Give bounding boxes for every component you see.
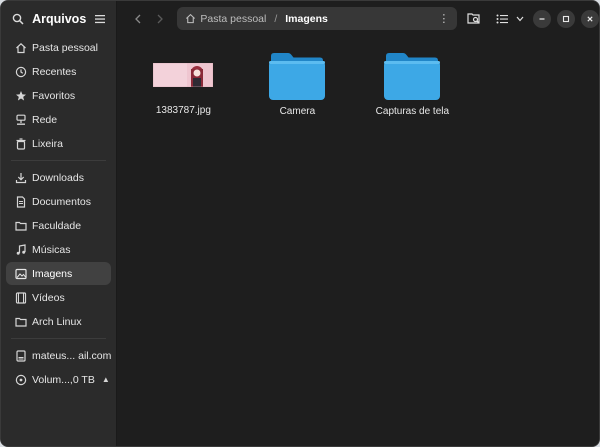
folder-name: Capturas de tela [375, 106, 450, 117]
sidebar-item-label: Lixeira [32, 137, 63, 150]
back-button[interactable] [127, 8, 149, 30]
breadcrumb-current[interactable]: Imagens [285, 13, 328, 25]
main-pane: Pasta pessoal / Imagens ⋮ 1383787.jpg Ca… [117, 1, 599, 446]
sidebar-item-online-account[interactable]: mateus... ail.com [6, 344, 111, 367]
app-title: Arquivos [32, 11, 87, 26]
sidebar-separator [11, 338, 107, 339]
folder-icon [268, 52, 326, 100]
sidebar-item-pasta-pessoal[interactable]: Pasta pessoal [6, 36, 111, 59]
folder-icon [15, 220, 27, 232]
folder-icon [15, 316, 27, 328]
sidebar-item-label: Documentos [32, 195, 91, 208]
clock-icon [15, 66, 27, 78]
folder-item[interactable]: Camera [241, 52, 353, 117]
sidebar-item-rede[interactable]: Rede [6, 108, 111, 131]
network-icon [15, 114, 27, 126]
trash-icon [15, 137, 27, 150]
forward-button[interactable] [149, 8, 171, 30]
download-icon [15, 172, 27, 184]
home-icon [185, 13, 196, 24]
star-icon [15, 90, 27, 102]
breadcrumb-separator: / [274, 12, 278, 25]
video-icon [15, 291, 27, 304]
sidebar-item-lixeira[interactable]: Lixeira [6, 132, 111, 155]
view-options-chevron-down-icon[interactable] [513, 8, 527, 30]
sidebar-item-label: Downloads [32, 171, 84, 184]
sidebar-item-musicas[interactable]: Músicas [6, 238, 111, 261]
home-icon [15, 42, 27, 54]
file-item-image[interactable]: 1383787.jpg [127, 49, 239, 116]
music-icon [15, 243, 27, 256]
sidebar-item-favoritos[interactable]: Favoritos [6, 84, 111, 107]
sidebar-item-downloads[interactable]: Downloads [6, 166, 111, 189]
path-bar[interactable]: Pasta pessoal / Imagens ⋮ [177, 7, 458, 30]
sidebar-item-faculdade[interactable]: Faculdade [6, 214, 111, 237]
sidebar-item-label: Volum...,0 TB [32, 373, 95, 386]
sidebar-separator [11, 160, 107, 161]
sidebar-nav: Pasta pessoal Recentes Favoritos Rede Li… [1, 36, 116, 392]
sidebar-item-label: Vídeos [32, 291, 65, 304]
header-bar: Pasta pessoal / Imagens ⋮ [117, 1, 599, 36]
search-icon[interactable] [11, 12, 25, 26]
sidebar-item-label: Arch Linux [32, 315, 82, 328]
maximize-button[interactable] [557, 9, 576, 28]
sidebar-item-label: Imagens [32, 267, 73, 280]
list-view-icon[interactable] [491, 8, 513, 30]
sidebar-item-label: Rede [32, 113, 58, 126]
sidebar-item-recentes[interactable]: Recentes [6, 60, 111, 83]
close-button[interactable] [581, 9, 599, 28]
sidebar-item-documentos[interactable]: Documentos [6, 190, 111, 213]
search-folder-button[interactable] [463, 8, 485, 30]
more-options-icon[interactable]: ⋮ [438, 12, 449, 25]
image-icon [15, 268, 27, 280]
document-icon [15, 195, 27, 208]
image-thumbnail [153, 63, 214, 87]
sidebar-item-label: Recentes [32, 65, 77, 78]
hamburger-menu-icon[interactable] [93, 12, 107, 26]
sidebar-item-volume[interactable]: Volum...,0 TB ▲ [6, 368, 111, 391]
sidebar-item-label: Músicas [32, 243, 71, 256]
sidebar-item-label: mateus... ail.com [32, 349, 112, 362]
minimize-button[interactable] [533, 9, 552, 28]
file-grid: 1383787.jpg Camera Capturas de tela [117, 36, 599, 446]
breadcrumb-home[interactable]: Pasta pessoal [200, 13, 266, 25]
sidebar-header: Arquivos [1, 1, 116, 36]
sidebar: Arquivos Pasta pessoal Recentes Favorito… [1, 1, 118, 446]
sidebar-item-videos[interactable]: Vídeos [6, 286, 111, 309]
drive-icon [15, 374, 27, 386]
folder-name: Camera [279, 106, 316, 117]
folder-icon [383, 52, 441, 100]
file-name: 1383787.jpg [155, 105, 211, 116]
sidebar-item-label: Faculdade [32, 219, 82, 232]
account-drive-icon [15, 349, 27, 362]
file-manager-window: Arquivos Pasta pessoal Recentes Favorito… [0, 0, 600, 447]
eject-icon[interactable]: ▲ [102, 375, 110, 384]
sidebar-item-label: Favoritos [32, 89, 76, 102]
sidebar-item-arch-linux[interactable]: Arch Linux [6, 310, 111, 333]
sidebar-item-imagens[interactable]: Imagens [6, 262, 112, 285]
sidebar-item-label: Pasta pessoal [32, 41, 98, 54]
folder-item[interactable]: Capturas de tela [356, 52, 468, 117]
